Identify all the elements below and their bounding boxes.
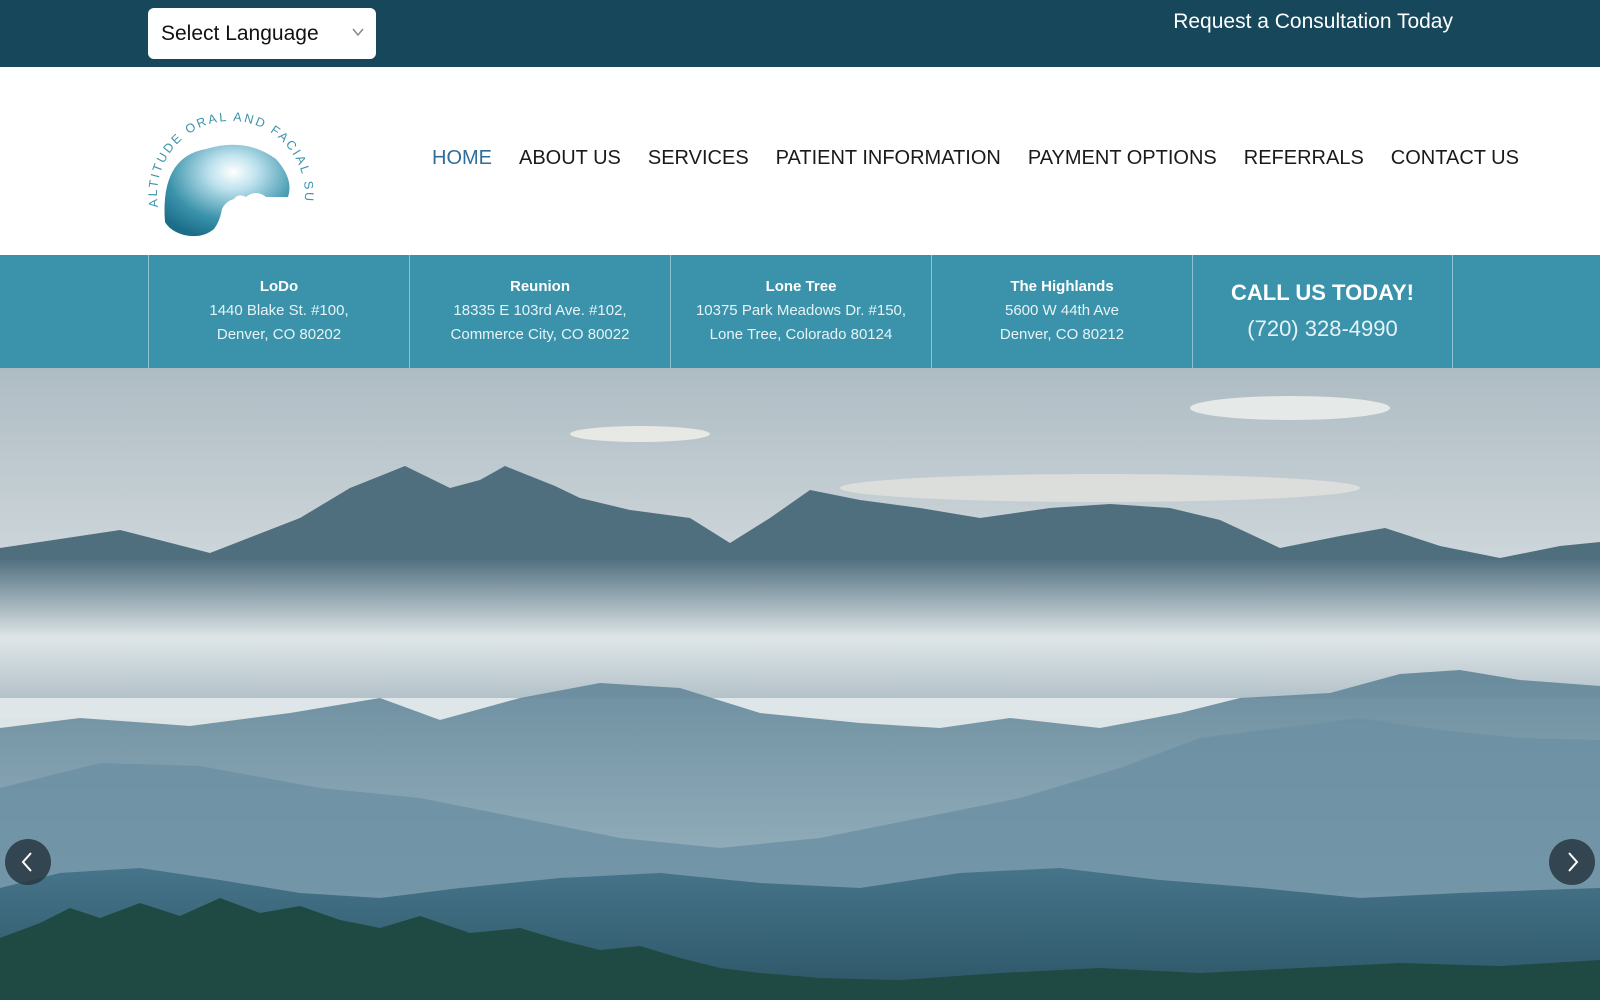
- chevron-down-icon: [352, 28, 364, 37]
- location-name: Lone Tree: [765, 278, 837, 295]
- nav-item-patient-information[interactable]: PATIENT INFORMATION: [776, 147, 1001, 170]
- location-the-highlands: The Highlands 5600 W 44th Ave Denver, CO…: [931, 255, 1192, 368]
- location-reunion: Reunion 18335 E 103rd Ave. #102, Commerc…: [409, 255, 670, 368]
- locations-strip: LoDo 1440 Blake St. #100, Denver, CO 802…: [0, 255, 1600, 368]
- location-address-line1: 10375 Park Meadows Dr. #150,: [695, 302, 907, 319]
- nav-item-referrals[interactable]: REFERRALS: [1244, 147, 1364, 170]
- nav-item-services[interactable]: SERVICES: [648, 147, 749, 170]
- location-name: Reunion: [510, 278, 570, 295]
- location-address-line1: 1440 Blake St. #100,: [209, 302, 349, 319]
- location-lodo: LoDo 1440 Blake St. #100, Denver, CO 802…: [148, 255, 409, 368]
- call-us-title: CALL US TODAY!: [1231, 280, 1414, 305]
- nav-item-about-us[interactable]: ABOUT US: [519, 147, 621, 170]
- location-name: The Highlands: [1010, 278, 1114, 295]
- logo-mark: ALTITUDE ORAL AND FACIAL SURGERY: [140, 86, 314, 237]
- call-us-block: CALL US TODAY! (720) 328-4990: [1192, 255, 1453, 368]
- location-name: LoDo: [259, 278, 299, 295]
- hero-image-misty-mountains: [0, 368, 1600, 1000]
- nav-item-payment-options[interactable]: PAYMENT OPTIONS: [1028, 147, 1217, 170]
- phone-number-link[interactable]: (720) 328-4990: [1193, 309, 1452, 349]
- language-select[interactable]: Select Language: [148, 8, 376, 59]
- chevron-left-icon: [21, 852, 32, 872]
- nav-item-contact-us[interactable]: CONTACT US: [1391, 147, 1519, 170]
- location-address-line1: 18335 E 103rd Ave. #102,: [453, 302, 627, 319]
- location-address-line2: Lone Tree, Colorado 80124: [709, 326, 893, 343]
- nav-item-home[interactable]: HOME: [432, 147, 492, 170]
- location-address-line2: Commerce City, CO 80022: [450, 326, 630, 343]
- main-nav: HOME ABOUT US SERVICES PATIENT INFORMATI…: [432, 147, 1546, 170]
- top-bar: Select Language Request a Consultation T…: [0, 0, 1600, 67]
- slider-prev-button[interactable]: [5, 839, 51, 885]
- site-logo[interactable]: ALTITUDE ORAL AND FACIAL SURGERY: [140, 86, 316, 247]
- chevron-right-icon: [1568, 852, 1579, 872]
- location-address-line2: Denver, CO 80212: [999, 326, 1125, 343]
- location-address-line1: 5600 W 44th Ave: [1005, 302, 1119, 319]
- header: ALTITUDE ORAL AND FACIAL SURGERY HOME AB…: [0, 67, 1600, 255]
- location-address-line2: Denver, CO 80202: [216, 326, 342, 343]
- hero-slider: [0, 368, 1600, 1000]
- language-select-label: Select Language: [161, 21, 319, 45]
- request-consultation-link[interactable]: Request a Consultation Today: [1173, 10, 1453, 34]
- location-lone-tree: Lone Tree 10375 Park Meadows Dr. #150, L…: [670, 255, 931, 368]
- slider-next-button[interactable]: [1549, 839, 1595, 885]
